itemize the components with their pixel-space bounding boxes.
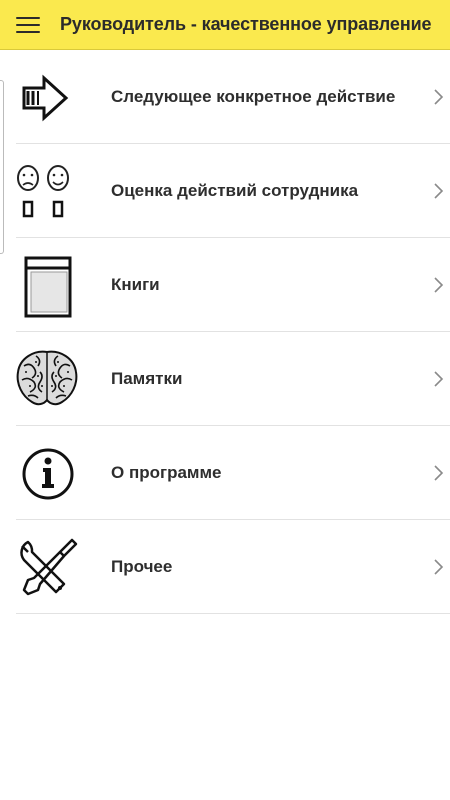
menu-item-label: Оценка действий сотрудника	[111, 181, 359, 200]
faces-rating-icon	[14, 158, 80, 224]
menu-item-employee-rating[interactable]: Оценка действий сотрудника	[0, 144, 450, 238]
hamburger-menu-icon[interactable]	[16, 14, 42, 36]
chevron-right-icon	[434, 465, 444, 481]
menu-item-books[interactable]: Книги	[0, 238, 450, 332]
chevron-right-icon	[434, 277, 444, 293]
menu-item-about[interactable]: О программе	[0, 426, 450, 520]
chevron-right-icon	[434, 559, 444, 575]
chevron-right-icon	[434, 371, 444, 387]
info-icon	[14, 440, 80, 506]
chevron-right-icon	[434, 183, 444, 199]
menu-item-label: Прочее	[111, 557, 173, 576]
app-title: Руководитель - качественное управление	[60, 14, 432, 34]
menu-item-memos[interactable]: Памятки	[0, 332, 450, 426]
menu-item-label: Памятки	[111, 369, 183, 388]
menu-item-label: О программе	[111, 463, 222, 482]
book-icon	[14, 252, 80, 318]
chevron-right-icon	[434, 89, 444, 105]
arrow-right-icon	[14, 64, 80, 130]
app-bar: Руководитель - качественное управление	[0, 0, 450, 50]
tools-icon	[14, 534, 80, 600]
menu-item-label: Книги	[111, 275, 160, 294]
menu-item-label: Следующее конкретное действие	[111, 87, 396, 106]
menu-item-other[interactable]: Прочее	[0, 520, 450, 614]
menu-list: Следующее конкретное действие Оценка дей…	[0, 50, 450, 614]
brain-icon	[14, 346, 80, 412]
menu-item-next-action[interactable]: Следующее конкретное действие	[0, 50, 450, 144]
